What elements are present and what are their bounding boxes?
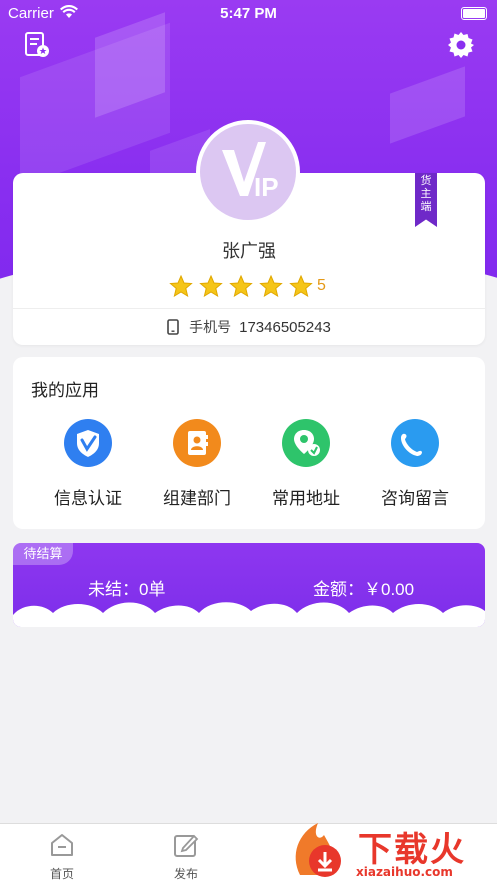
cloud-decoration bbox=[13, 602, 485, 627]
my-apps-card: 我的应用 信息认证 组建部门 常用地址 咨询留言 bbox=[13, 357, 485, 529]
app-label: 组建部门 bbox=[163, 489, 231, 508]
watermark-url: xiazaihuo.com bbox=[356, 865, 453, 879]
phone-row: 手机号 17346505243 bbox=[13, 315, 485, 339]
gear-icon[interactable] bbox=[447, 31, 475, 59]
star-icon bbox=[229, 275, 253, 297]
role-badge-char: 端 bbox=[420, 201, 432, 213]
watermark-text: 下载火 bbox=[358, 831, 466, 869]
divider bbox=[13, 308, 485, 309]
contact-card-icon bbox=[173, 419, 221, 467]
shield-v-icon bbox=[64, 419, 112, 467]
avatar[interactable]: IP bbox=[196, 120, 300, 224]
role-badge: 货 主 端 bbox=[415, 173, 437, 227]
app-consult-message[interactable]: 咨询留言 bbox=[365, 419, 465, 509]
clock: 5:47 PM bbox=[220, 5, 277, 22]
rating-stars: 5 bbox=[169, 275, 326, 297]
tab-publish[interactable]: 发布 bbox=[146, 832, 226, 882]
vip-badge: IP bbox=[200, 124, 296, 220]
edit-icon bbox=[174, 834, 199, 857]
vip-icon: IP bbox=[222, 142, 279, 202]
app-info-verify[interactable]: 信息认证 bbox=[38, 419, 138, 509]
svg-text:IP: IP bbox=[254, 172, 279, 202]
orders-list-icon[interactable] bbox=[23, 31, 51, 59]
map-pin-icon bbox=[282, 419, 330, 467]
chat-bubble-icon bbox=[391, 419, 439, 467]
role-badge-char: 货 bbox=[420, 175, 432, 187]
rating-score: 5 bbox=[317, 277, 326, 294]
apps-title: 我的应用 bbox=[31, 381, 99, 400]
star-icon bbox=[199, 275, 223, 297]
battery-icon bbox=[461, 7, 487, 20]
app-label: 咨询留言 bbox=[381, 489, 449, 508]
app-common-address[interactable]: 常用地址 bbox=[256, 419, 356, 509]
settlement-badge: 待结算 bbox=[13, 543, 73, 565]
user-name: 张广强 bbox=[222, 241, 276, 261]
tab-label: 发布 bbox=[173, 867, 198, 881]
tab-home[interactable]: 首页 bbox=[22, 832, 102, 882]
header-illustration-truck bbox=[390, 66, 465, 144]
app-build-department[interactable]: 组建部门 bbox=[147, 419, 247, 509]
home-icon bbox=[51, 834, 73, 856]
settlement-card[interactable]: 待结算 未结：0单 金额：￥0.00 bbox=[13, 543, 485, 627]
phone-label: 手机号 bbox=[189, 319, 232, 335]
status-bar: Carrier 5:47 PM bbox=[0, 0, 497, 26]
star-icon bbox=[289, 275, 313, 297]
star-icon bbox=[259, 275, 283, 297]
app-label: 常用地址 bbox=[272, 489, 340, 508]
star-icon bbox=[169, 275, 193, 297]
phone-icon bbox=[167, 319, 179, 335]
phone-number: 17346505243 bbox=[239, 318, 331, 336]
app-label: 信息认证 bbox=[54, 489, 122, 508]
tab-label: 首页 bbox=[49, 867, 74, 881]
role-badge-char: 主 bbox=[420, 188, 432, 200]
